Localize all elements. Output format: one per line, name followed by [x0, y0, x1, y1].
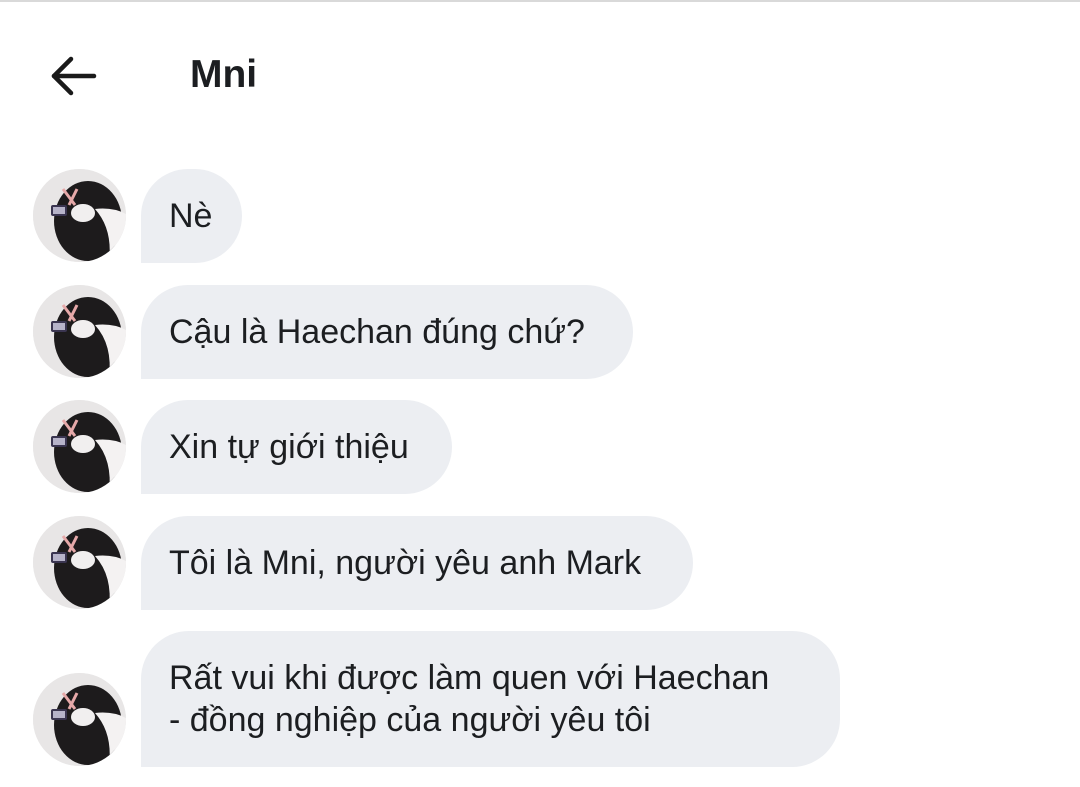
avatar[interactable] [33, 169, 126, 262]
message-bubble[interactable]: Cậu là Haechan đúng chứ? [141, 285, 633, 379]
message-bubble[interactable]: Xin tự giới thiệu [141, 400, 452, 494]
message-list: Nè Cậu là Haechan đúng chứ? Xin tự giới … [0, 0, 1080, 787]
avatar[interactable] [33, 285, 126, 378]
avatar[interactable] [33, 400, 126, 493]
avatar[interactable] [33, 673, 126, 766]
message-bubble[interactable]: Rất vui khi được làm quen với Haechan - … [141, 631, 840, 767]
message-bubble[interactable]: Nè [141, 169, 242, 263]
message-bubble[interactable]: Tôi là Mni, người yêu anh Mark [141, 516, 693, 610]
avatar[interactable] [33, 516, 126, 609]
